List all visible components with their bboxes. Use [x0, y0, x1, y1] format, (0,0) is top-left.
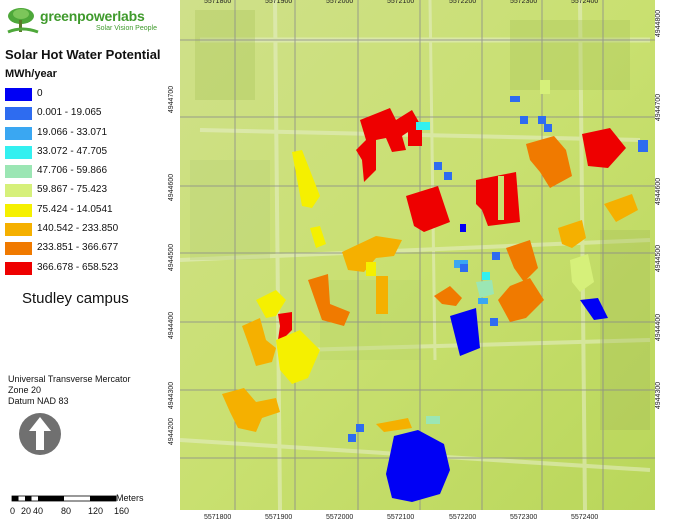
legend-label: 366.678 - 658.523	[37, 261, 119, 273]
legend-swatch	[5, 184, 32, 198]
easting-label-top: 5572200	[449, 0, 477, 5]
legend-swatch	[5, 145, 32, 159]
easting-label-bottom: 5571900	[265, 514, 293, 521]
easting-label-top: 5572100	[387, 0, 415, 5]
legend-swatch	[5, 242, 32, 256]
legend-label: 19.066 - 33.071	[37, 126, 108, 138]
legend-swatch	[5, 261, 32, 275]
projection-line: Universal Transverse Mercator	[8, 374, 131, 384]
northing-label-left: 4944200	[168, 417, 176, 446]
easting-label-bottom: 5571800	[204, 514, 232, 521]
legend-label: 0.001 - 19.065	[37, 107, 102, 119]
easting-label-top: 5572400	[571, 0, 599, 5]
legend-label: 47.706 - 59.866	[37, 165, 108, 177]
legend-panel: greenpowerlabs Solar Vision People Solar…	[0, 0, 178, 528]
projection-datum: Datum NAD 83	[8, 396, 69, 406]
projection-zone: Zone 20	[8, 385, 42, 395]
northing-label-right: 4944800	[655, 9, 663, 38]
scale-tick-label: 120	[88, 506, 104, 516]
easting-label-bottom: 5572300	[510, 514, 538, 521]
easting-label-top: 5571800	[204, 0, 232, 5]
legend-label: 0	[37, 88, 43, 99]
easting-label-bottom: 5572100	[387, 514, 415, 521]
legend-label: 33.072 - 47.705	[37, 145, 108, 157]
legend-swatch	[5, 88, 32, 101]
northing-label-left: 4944300	[168, 381, 176, 410]
northing-label-right: 4944400	[655, 313, 663, 342]
scale-tick-label: 0	[10, 506, 16, 516]
scale-bar: Meters 0 20 40 80 120 160	[8, 492, 176, 522]
scale-tick-label: 80	[61, 506, 72, 516]
legend-label: 75.424 - 14.0541	[37, 203, 113, 215]
projection-info: Universal Transverse Mercator Zone 20 Da…	[8, 374, 131, 407]
legend-label: 140.542 - 233.850	[37, 223, 119, 235]
northing-label-right: 4944600	[655, 177, 663, 206]
easting-label-bottom: 5572000	[326, 514, 354, 521]
legend-swatch	[5, 223, 32, 237]
brand-logo: greenpowerlabs Solar Vision People	[6, 4, 166, 38]
brand-name: greenpowerlabs	[40, 8, 145, 24]
easting-label-top: 5571900	[265, 0, 293, 5]
legend-swatch	[5, 203, 32, 217]
easting-label-bottom: 5572200	[449, 514, 477, 521]
brand-tagline: Solar Vision People	[96, 25, 157, 32]
northing-label-right: 4944500	[655, 244, 663, 273]
legend-label: 59.867 - 75.423	[37, 184, 108, 196]
northing-label-left: 4944600	[168, 173, 176, 202]
easting-label-top: 5572300	[510, 0, 538, 5]
legend-title: Solar Hot Water Potential	[5, 47, 161, 62]
easting-label-top: 5572000	[326, 0, 354, 5]
scale-tick-label: 20	[21, 506, 32, 516]
legend-swatch	[5, 126, 32, 140]
scale-tick-label: 160	[114, 506, 130, 516]
northing-label-right: 4944300	[655, 381, 663, 410]
scale-unit: Meters	[116, 493, 144, 503]
scale-labels: 0 20 40 80 120 160	[8, 506, 176, 518]
scale-bar-graphic	[11, 495, 117, 502]
place-label: Studley campus	[22, 290, 129, 307]
northing-label-right: 4944700	[655, 93, 663, 122]
legend-swatch	[5, 107, 32, 121]
easting-label-bottom: 5572400	[571, 514, 599, 521]
legend-units: MWh/year	[5, 68, 57, 80]
legend-swatch	[5, 165, 32, 179]
map-frame	[180, 0, 655, 510]
northing-label-left: 4944700	[168, 85, 176, 114]
logo-tree-icon	[7, 8, 39, 34]
campus-map	[180, 0, 655, 510]
northing-label-left: 4944400	[168, 311, 176, 340]
scale-tick-label: 40	[33, 506, 44, 516]
northing-label-left: 4944500	[168, 243, 176, 272]
north-arrow-icon	[19, 413, 61, 455]
legend-label: 233.851 - 366.677	[37, 242, 119, 254]
